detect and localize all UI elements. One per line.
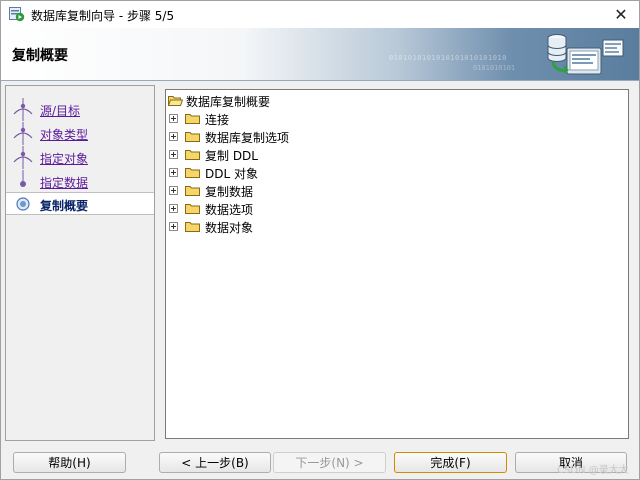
step-done-marker-icon (13, 122, 33, 145)
finish-button[interactable]: 完成(F) (394, 452, 507, 473)
tree-node-label: 复制数据 (205, 185, 254, 199)
window-title: 数据库复制向导 - 步骤 5/5 (31, 9, 175, 23)
tree-node-label: 数据选项 (205, 203, 254, 217)
tree-node-data-objects[interactable]: 数据对象 (166, 218, 466, 236)
watermark-text: CSDN @录大大 (557, 465, 629, 476)
tree-root[interactable]: 数据库复制概要 (166, 92, 466, 110)
tree-node-label: 复制 DDL (205, 149, 258, 163)
step-done-marker-icon (13, 98, 33, 121)
folder-icon (185, 204, 200, 214)
tree-node-connection[interactable]: 连接 (166, 110, 466, 128)
step-label: 复制概要 (40, 199, 89, 213)
step-label[interactable]: 指定对象 (40, 150, 88, 167)
step-specify-objects[interactable]: 指定对象 (6, 146, 154, 169)
tree-node-copy-options[interactable]: 数据库复制选项 (166, 128, 466, 146)
title-bar: 数据库复制向导 - 步骤 5/5 ✕ (1, 1, 639, 28)
step-specify-data[interactable]: 指定数据 (6, 170, 154, 193)
help-button[interactable]: 帮助(H) (13, 452, 126, 473)
tree-node-label: DDL 对象 (205, 167, 258, 181)
expand-icon[interactable] (169, 204, 178, 213)
step-copy-summary[interactable]: 复制概要 (6, 192, 154, 215)
wizard-steps-panel: 源/目标 对象类型 指定对象 指定数据 复制概要 (5, 85, 155, 441)
folder-icon (185, 168, 200, 178)
next-button[interactable]: 下一步(N) > (273, 452, 386, 473)
expand-icon[interactable] (169, 186, 178, 195)
banner-binary-text: 0101010101010101010101010 (389, 54, 507, 62)
folder-icon (185, 132, 200, 142)
tree-node-data-options[interactable]: 数据选项 (166, 200, 466, 218)
wizard-window: 数据库复制向导 - 步骤 5/5 ✕ 复制概要 0101010101010101… (0, 0, 640, 480)
tree-node-label: 数据库复制选项 (205, 131, 290, 145)
tree-node-copy-ddl[interactable]: 复制 DDL (166, 146, 466, 164)
step-object-types[interactable]: 对象类型 (6, 122, 154, 145)
open-folder-icon (168, 96, 183, 106)
close-button[interactable]: ✕ (609, 3, 633, 25)
expand-icon[interactable] (169, 114, 178, 123)
expand-icon[interactable] (169, 150, 178, 159)
back-button[interactable]: < 上一步(B) (159, 452, 271, 473)
folder-icon (185, 186, 200, 196)
step-current-marker-icon (16, 197, 30, 211)
page-title: 复制概要 (12, 48, 68, 64)
step-done-marker-icon (20, 170, 26, 187)
summary-tree: 数据库复制概要 连接 数据库复制选项 复制 DDL DDL 对象 复制数据 数据… (165, 89, 629, 439)
step-label[interactable]: 指定数据 (40, 174, 88, 191)
close-icon: ✕ (614, 4, 628, 24)
tree-node-label: 连接 (205, 113, 230, 127)
expand-icon[interactable] (169, 168, 178, 177)
folder-icon (185, 150, 200, 160)
tree-node-label: 数据对象 (205, 221, 254, 235)
header-banner: 复制概要 0101010101010101010101010 010101010… (1, 28, 639, 81)
folder-icon (185, 222, 200, 232)
app-icon (9, 7, 25, 22)
expand-icon[interactable] (169, 132, 178, 141)
step-label[interactable]: 源/目标 (40, 102, 80, 119)
step-label[interactable]: 对象类型 (40, 126, 88, 143)
step-done-marker-icon (13, 146, 33, 169)
banner-binary-text-2: 0101010101 (473, 64, 516, 72)
database-copy-graphic (547, 34, 624, 75)
folder-icon (185, 114, 200, 124)
tree-node-ddl-objects[interactable]: DDL 对象 (166, 164, 466, 182)
expand-icon[interactable] (169, 222, 178, 231)
tree-node-copy-data[interactable]: 复制数据 (166, 182, 466, 200)
tree-root-label: 数据库复制概要 (186, 95, 271, 109)
step-source-target[interactable]: 源/目标 (6, 98, 154, 121)
